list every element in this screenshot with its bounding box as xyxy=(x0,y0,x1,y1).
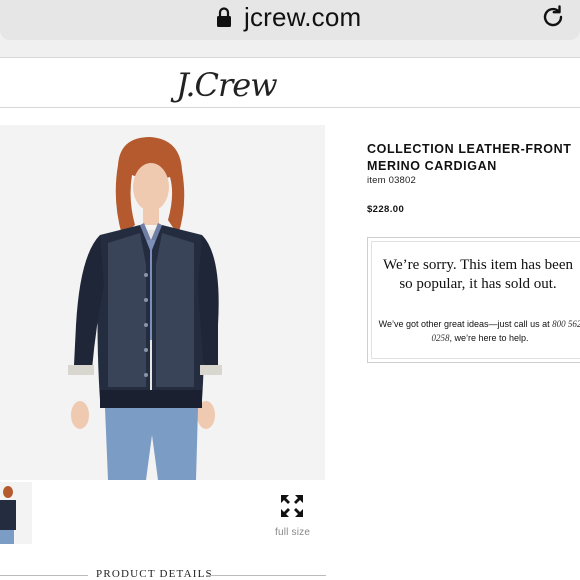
product-image[interactable] xyxy=(0,125,325,480)
sold-out-message-text-end: , we’re here to help. xyxy=(449,333,529,343)
site-header: J.Crew xyxy=(0,58,580,108)
lock-icon xyxy=(217,7,231,27)
url-text[interactable]: jcrew.com xyxy=(244,2,361,33)
sold-out-message: We’ve got other great ideas—just call us… xyxy=(378,317,580,345)
model-illustration xyxy=(0,125,325,480)
reload-icon[interactable] xyxy=(540,4,566,30)
divider xyxy=(206,575,326,576)
full-size-link[interactable]: full size xyxy=(275,527,310,538)
product-details-heading[interactable]: PRODUCT DETAILS xyxy=(96,568,213,580)
sold-out-heading: We’re sorry. This item has been so popul… xyxy=(383,257,573,292)
address-bar[interactable]: jcrew.com xyxy=(0,0,580,40)
sold-out-notice: We’re sorry. This item has been so popul… xyxy=(367,237,580,363)
thumbnail-image[interactable] xyxy=(0,482,32,544)
site-logo[interactable]: J.Crew xyxy=(176,66,278,104)
product-title: COLLECTION LEATHER-FRONT MERINO CARDIGAN xyxy=(367,142,572,173)
browser-toolbar: jcrew.com xyxy=(0,0,580,58)
divider xyxy=(0,575,88,576)
product-price: $228.00 xyxy=(367,204,405,215)
item-number: item 03802 xyxy=(367,175,417,186)
sold-out-message-text: We’ve got other great ideas—just call us… xyxy=(378,319,553,329)
expand-icon[interactable] xyxy=(280,494,304,518)
